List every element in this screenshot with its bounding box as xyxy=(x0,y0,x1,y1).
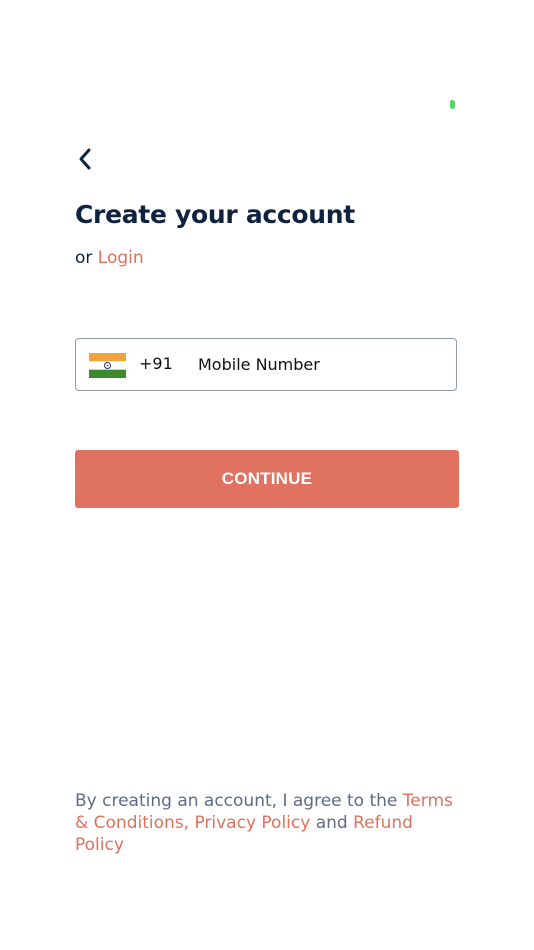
login-link[interactable]: Login xyxy=(98,248,144,268)
chevron-left-icon xyxy=(79,148,91,170)
terms-conjunction: and xyxy=(315,813,348,833)
login-prompt: or Login xyxy=(75,248,144,268)
india-flag-icon[interactable] xyxy=(89,353,126,378)
continue-button[interactable]: CONTINUE xyxy=(75,450,459,508)
terms-notice: By creating an account, I agree to the T… xyxy=(75,790,460,856)
mobile-number-input[interactable] xyxy=(194,349,448,379)
country-code[interactable]: +91 xyxy=(139,354,173,373)
privacy-policy-link[interactable]: Privacy Policy xyxy=(194,813,310,833)
terms-prefix: By creating an account, I agree to the xyxy=(75,791,398,811)
phone-field: +91 xyxy=(75,338,457,391)
page-title: Create your account xyxy=(75,200,355,229)
back-button[interactable] xyxy=(70,144,100,174)
status-indicator xyxy=(450,100,455,109)
login-prefix: or xyxy=(75,248,93,268)
